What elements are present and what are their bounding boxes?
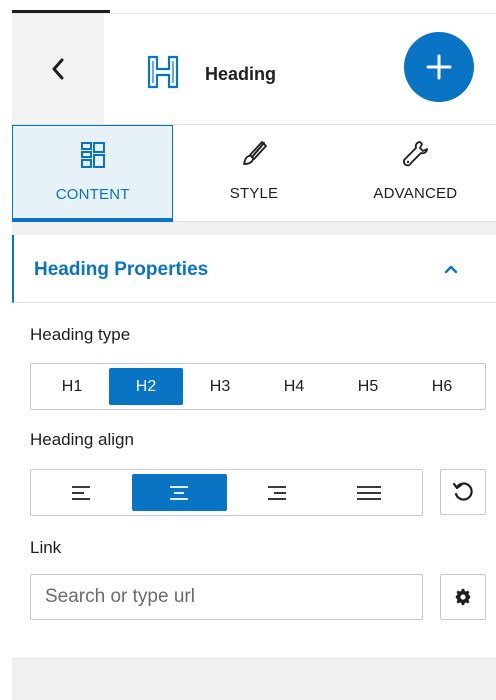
paintbrush-icon	[239, 139, 269, 169]
plus-icon	[426, 54, 452, 80]
heading-type-h1[interactable]: H1	[35, 368, 109, 405]
add-block-button[interactable]	[404, 32, 474, 102]
link-settings-button[interactable]	[440, 574, 486, 620]
align-left-icon	[72, 485, 91, 500]
back-button[interactable]	[12, 14, 104, 124]
chevron-left-icon	[52, 58, 64, 80]
tab-style[interactable]: STYLE	[173, 125, 334, 222]
heading-type-label: Heading type	[30, 325, 131, 344]
align-center-icon	[170, 485, 189, 500]
panel-footer	[12, 658, 496, 700]
align-right-icon	[267, 485, 286, 500]
gear-icon	[455, 588, 471, 606]
inspector-tabs: CONTENT STYLE ADVANCED	[12, 124, 496, 223]
align-center-button[interactable]	[131, 474, 227, 511]
tab-advanced[interactable]: ADVANCED	[335, 125, 496, 222]
align-justify-icon	[356, 485, 381, 500]
section-title: Heading Properties	[34, 259, 209, 280]
tab-label: ADVANCED	[373, 185, 458, 202]
align-justify-button[interactable]	[321, 474, 416, 511]
heading-icon	[147, 55, 179, 89]
heading-type-h6[interactable]: H6	[405, 368, 479, 405]
reset-icon	[452, 482, 473, 501]
wrench-icon	[400, 139, 430, 169]
tab-label: STYLE	[229, 185, 279, 202]
reset-align-button[interactable]	[440, 469, 486, 515]
align-right-button[interactable]	[227, 474, 322, 511]
section-heading-properties[interactable]: Heading Properties	[12, 235, 496, 303]
layout-grid-icon	[78, 140, 108, 170]
link-label: Link	[30, 538, 62, 557]
tab-label: CONTENT	[55, 186, 130, 203]
align-left-button[interactable]	[37, 474, 132, 511]
panel-header: Heading	[12, 14, 496, 124]
heading-type-selector: H1 H2 H3 H4 H5 H6	[30, 363, 486, 410]
chevron-up-icon[interactable]	[441, 261, 461, 277]
heading-type-h3[interactable]: H3	[183, 368, 257, 405]
block-title: Heading	[205, 64, 277, 84]
heading-type-h2[interactable]: H2	[109, 368, 183, 405]
panel-gap	[12, 222, 496, 235]
heading-type-h4[interactable]: H4	[257, 368, 331, 405]
link-url-input[interactable]	[30, 574, 423, 620]
heading-align-selector	[30, 469, 423, 516]
tab-content[interactable]: CONTENT	[12, 125, 174, 223]
heading-align-label: Heading align	[30, 430, 134, 449]
heading-type-h5[interactable]: H5	[331, 368, 405, 405]
